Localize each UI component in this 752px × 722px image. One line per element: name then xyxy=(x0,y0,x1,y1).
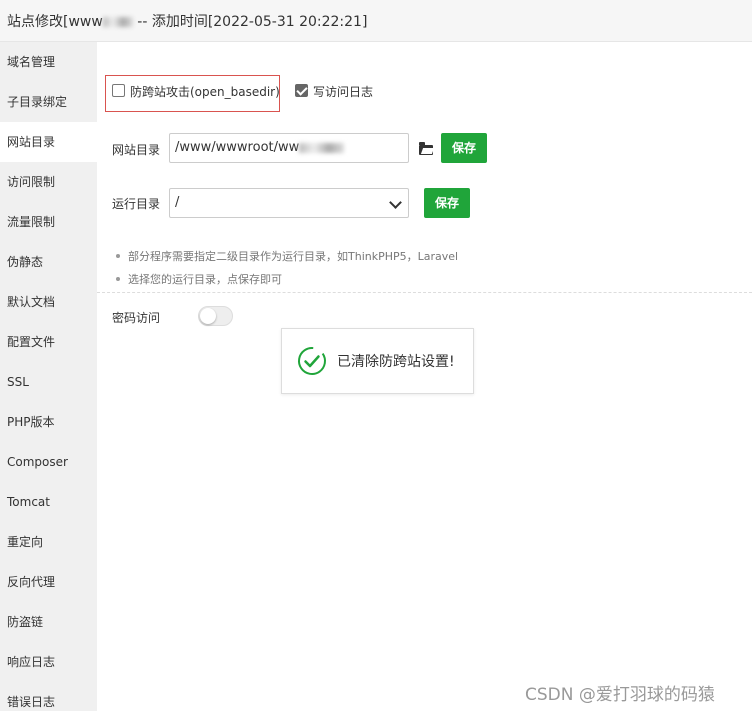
sidebar-item-composer[interactable]: Composer xyxy=(0,442,97,482)
sidebar-item-config-file[interactable]: 配置文件 xyxy=(0,322,97,362)
run-dir-select[interactable]: / xyxy=(169,188,409,218)
redacted-domain xyxy=(102,17,133,27)
toast-message: 已清除防跨站设置! xyxy=(281,328,474,394)
redacted-path xyxy=(299,142,345,153)
success-check-icon xyxy=(298,347,326,375)
sidebar-item-default-doc[interactable]: 默认文档 xyxy=(0,282,97,322)
bullet-dot xyxy=(116,254,120,258)
tip-run-dir: 部分程序需要指定二级目录作为运行目录，如ThinkPHP5，Laravel xyxy=(128,250,459,263)
main-panel: 防跨站攻击(open_basedir) 写访问日志 网站目录 /www/wwwr… xyxy=(97,42,752,711)
folder-icon[interactable] xyxy=(419,142,433,155)
bullet-dot xyxy=(116,277,120,281)
password-access-label: 密码访问 xyxy=(112,311,161,325)
sidebar-item-ssl[interactable]: SSL xyxy=(0,362,97,402)
site-dir-label: 网站目录 xyxy=(112,143,161,157)
site-dir-save-button[interactable]: 保存 xyxy=(441,133,487,163)
password-access-toggle[interactable] xyxy=(198,306,233,326)
toggle-knob xyxy=(200,308,216,324)
site-dir-value: /www/wwwroot/ww xyxy=(175,140,300,155)
run-dir-label: 运行目录 xyxy=(112,197,161,211)
run-dir-save-button[interactable]: 保存 xyxy=(424,188,470,218)
anti-xss-checkbox[interactable] xyxy=(112,84,125,97)
site-dir-input[interactable]: /www/wwwroot/ww xyxy=(169,133,409,163)
tip-save: 选择您的运行目录，点保存即可 xyxy=(128,273,282,286)
sidebar-item-php-version[interactable]: PHP版本 xyxy=(0,402,97,442)
sidebar-item-hotlink-protect[interactable]: 防盗链 xyxy=(0,602,97,642)
title-bar: 站点修改[www -- 添加时间[2022-05-31 20:22:21] xyxy=(0,0,752,42)
access-log-checkbox[interactable] xyxy=(295,84,308,97)
sidebar-item-subdir-bind[interactable]: 子目录绑定 xyxy=(0,82,97,122)
access-log-label: 写访问日志 xyxy=(313,85,374,99)
sidebar-item-access-limit[interactable]: 访问限制 xyxy=(0,162,97,202)
window-title: 站点修改[www -- 添加时间[2022-05-31 20:22:21] xyxy=(7,14,368,30)
sidebar-item-traffic-limit[interactable]: 流量限制 xyxy=(0,202,97,242)
sidebar-item-redirect[interactable]: 重定向 xyxy=(0,522,97,562)
sidebar-item-response-log[interactable]: 响应日志 xyxy=(0,642,97,682)
chevron-down-icon xyxy=(389,196,402,209)
anti-xss-label: 防跨站攻击(open_basedir) xyxy=(130,85,280,99)
run-dir-selected: / xyxy=(175,195,180,210)
watermark: CSDN @爱打羽球的码猿 xyxy=(525,685,715,705)
sidebar-item-domain-manage[interactable]: 域名管理 xyxy=(0,42,97,82)
sidebar-nav: 域名管理 子目录绑定 网站目录 访问限制 流量限制 伪静态 默认文档 配置文件 … xyxy=(0,42,97,711)
sidebar-item-reverse-proxy[interactable]: 反向代理 xyxy=(0,562,97,602)
sidebar-item-tomcat[interactable]: Tomcat xyxy=(0,482,97,522)
toast-text: 已清除防跨站设置! xyxy=(337,354,455,370)
sidebar-item-error-log[interactable]: 错误日志 xyxy=(0,682,97,722)
sidebar-item-site-dir[interactable]: 网站目录 xyxy=(0,122,97,162)
sidebar-item-rewrite[interactable]: 伪静态 xyxy=(0,242,97,282)
divider xyxy=(97,292,752,293)
